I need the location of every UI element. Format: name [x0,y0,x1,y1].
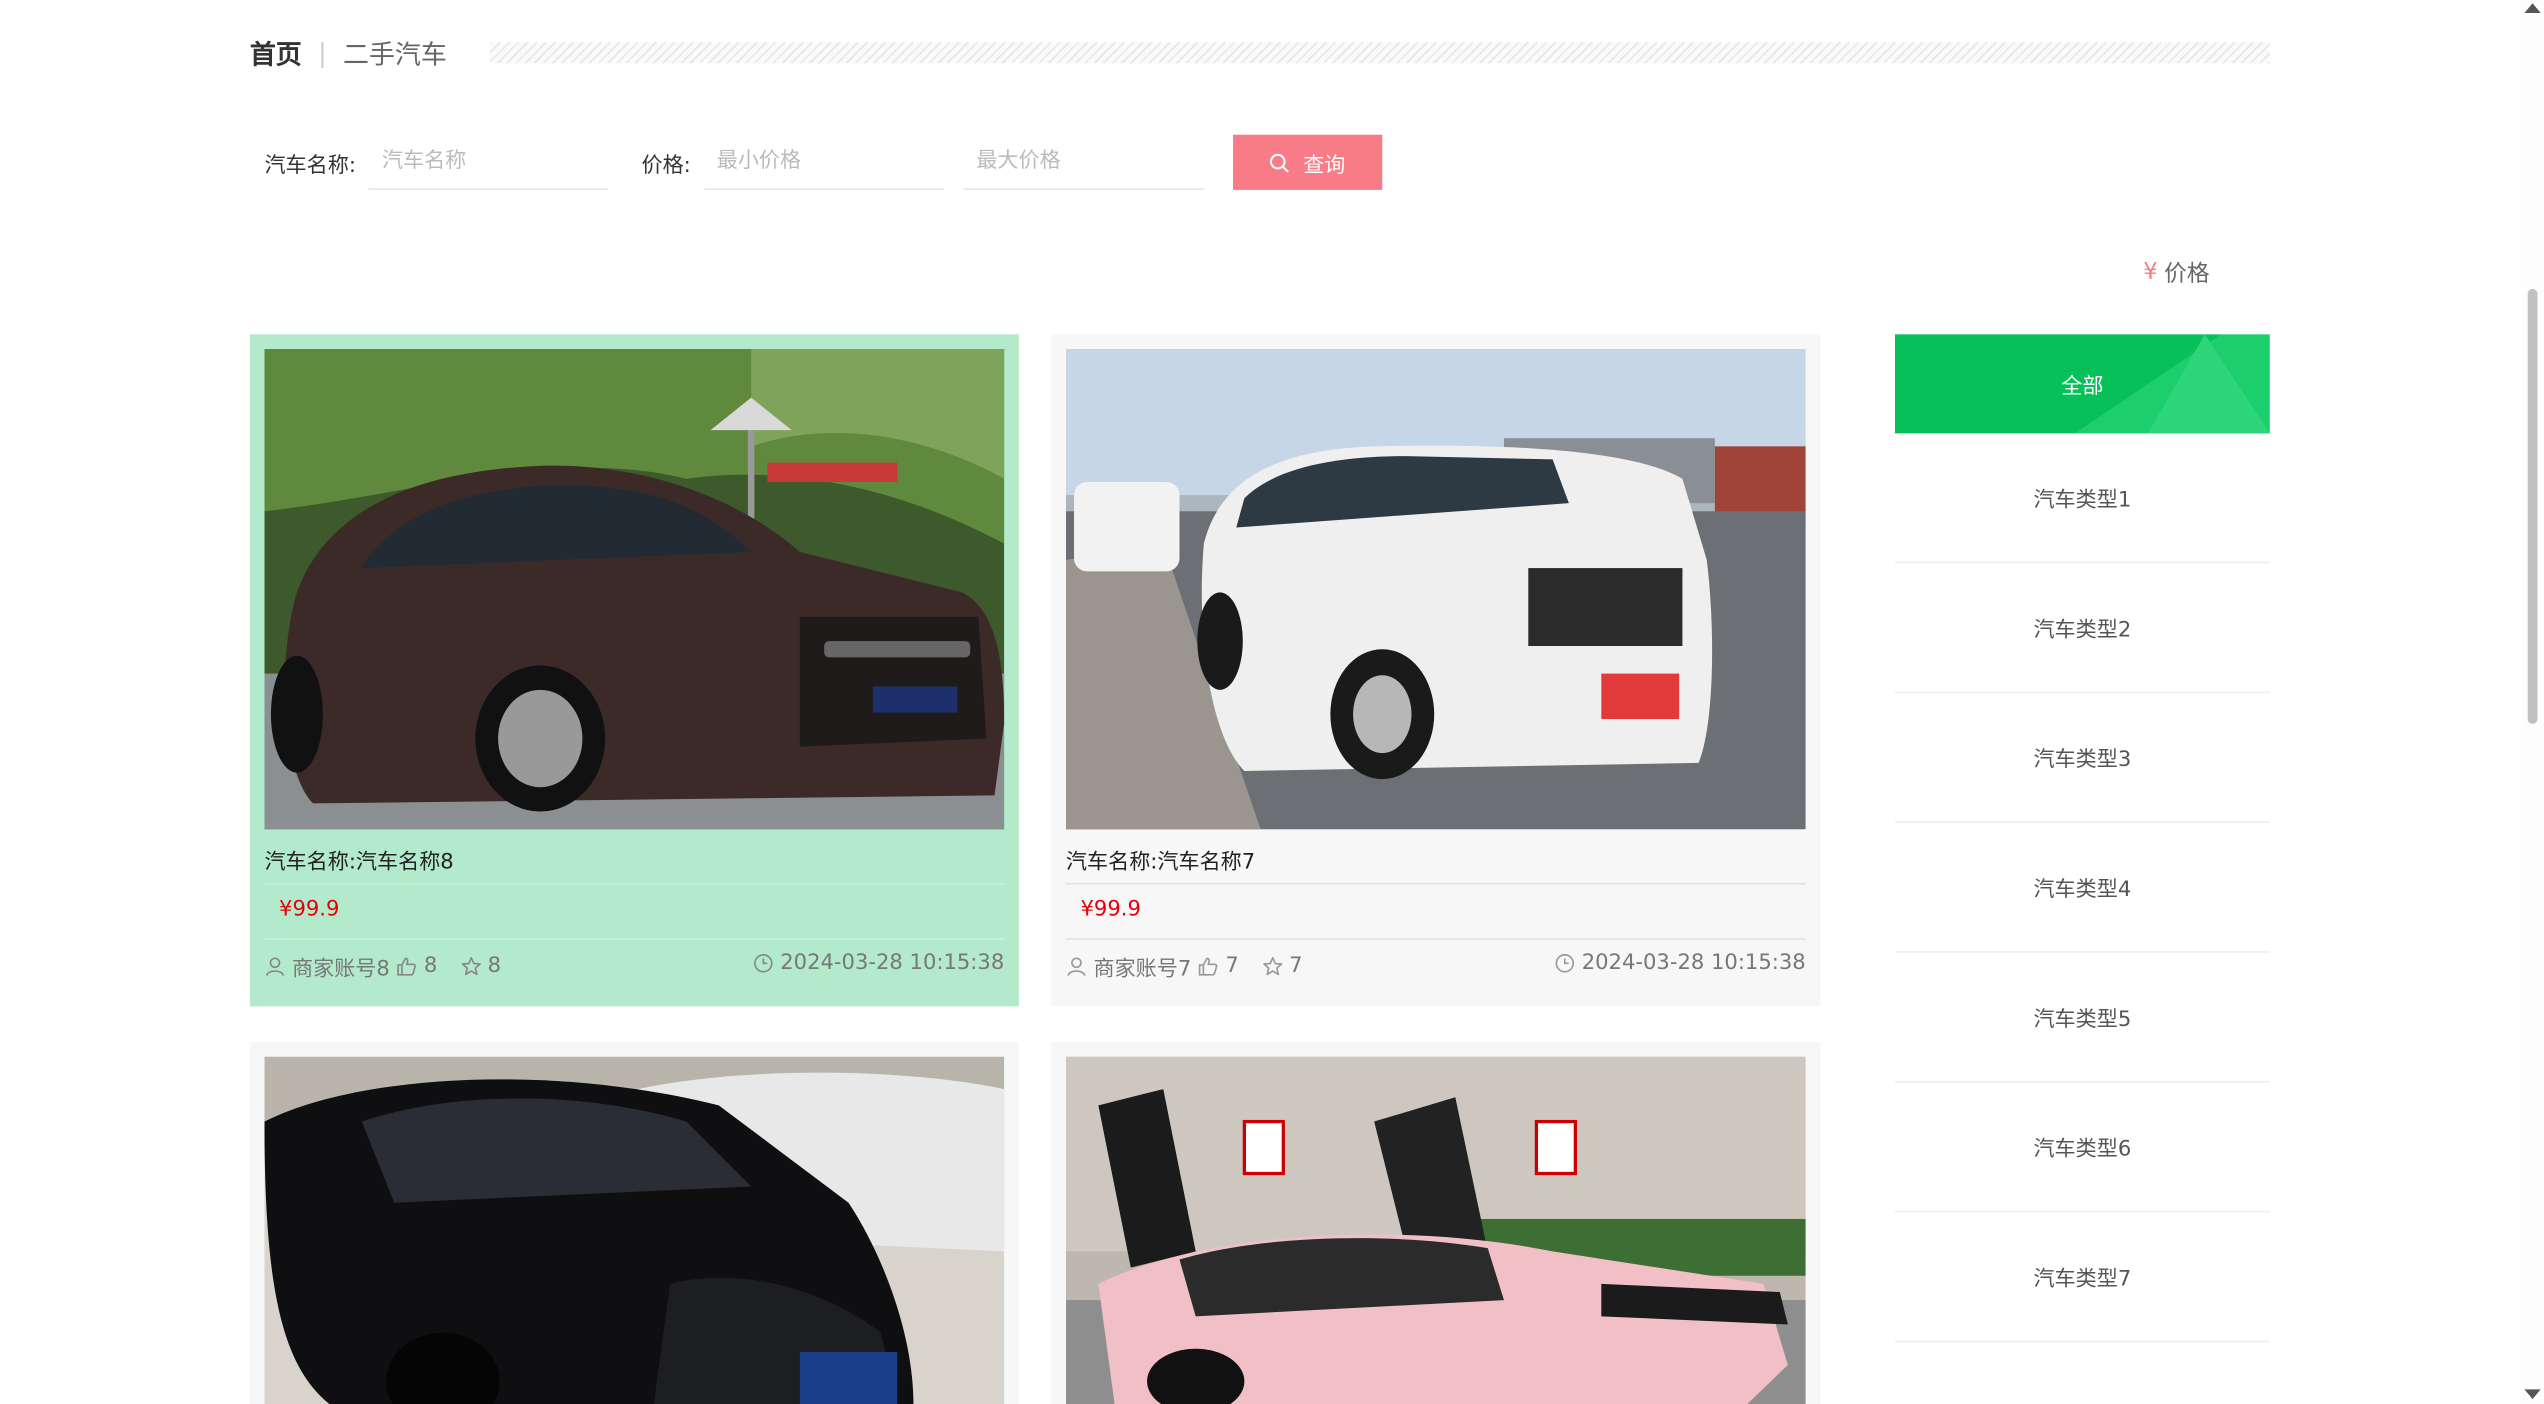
category-item[interactable]: 汽车类型3 [1894,693,2270,823]
min-price-input[interactable] [703,134,944,190]
name-label: 汽车名称: [264,153,356,178]
breadcrumb: 首页 | 二手汽车 [250,36,447,70]
seller-account: 商家账号7 [1093,957,1192,982]
sort-by-price[interactable]: ¥ 价格 [2143,256,2209,288]
star-icon[interactable] [460,956,481,977]
car-card[interactable] [1051,1042,1821,1404]
car-card[interactable] [249,1042,1019,1404]
category-item[interactable]: 汽车类型4 [1894,823,2270,953]
category-item[interactable]: 汽车类型2 [1894,563,2270,694]
yen-icon: ¥ [2143,259,2158,286]
sort-price-label: 价格 [2164,261,2210,288]
category-all-label: 全部 [2061,374,2104,400]
divider [1065,882,1806,885]
search-button-label: 查询 [1303,153,1346,178]
star-icon[interactable] [1262,956,1283,977]
car-name-input[interactable] [368,134,610,190]
user-icon [1067,957,1086,976]
car-image[interactable] [264,1056,1005,1404]
car-card[interactable]: 汽车名称:汽车名称7 ¥99.9 商家账号7 7 7 2024-03-28 10… [1051,334,1821,1007]
card-time: 2024-03-28 10:15:38 [753,951,1005,976]
category-sidebar: 全部 汽车类型1 汽车类型2 汽车类型3 汽车类型4 汽车类型5 汽车类型6 汽… [1894,334,2270,1343]
max-price-input[interactable] [963,134,1204,190]
like-count: 7 [1225,954,1239,979]
favorite-count: 8 [487,954,502,979]
search-button[interactable]: 查询 [1232,134,1382,190]
breadcrumb-home[interactable]: 首页 [250,32,302,71]
card-meta: 商家账号8 8 8 [264,951,501,982]
thumbs-up-icon[interactable] [1198,956,1219,977]
scroll-down-arrow-icon[interactable] [2524,1389,2541,1400]
car-card[interactable]: 汽车名称:汽车名称8 ¥99.9 商家账号8 8 8 2024-03-28 10… [249,334,1019,1007]
seller-account: 商家账号8 [292,957,390,982]
category-item[interactable]: 汽车类型1 [1894,433,2270,564]
search-bar: 汽车名称: 价格: 查询 [264,134,1382,190]
publish-time: 2024-03-28 10:15:38 [780,951,1005,976]
clock-icon [1555,954,1574,973]
search-icon [1270,152,1290,172]
user-icon [265,957,285,976]
like-count: 8 [423,954,438,979]
publish-time: 2024-03-28 10:15:38 [1581,951,1806,976]
category-all[interactable]: 全部 [1894,334,2270,434]
vertical-scrollbar[interactable] [2521,0,2544,1404]
category-item[interactable]: 汽车类型7 [1894,1212,2270,1343]
car-price: ¥99.9 [1080,897,1141,922]
divider [1065,938,1806,940]
page: 首页 | 二手汽车 汽车名称: 价格: 查询 ¥ 价格 [0,0,2544,1404]
car-image[interactable] [1065,348,1806,830]
divider [264,882,1005,885]
breadcrumb-separator: | [318,36,327,68]
card-time: 2024-03-28 10:15:38 [1554,951,1806,975]
divider [264,938,1005,940]
car-image[interactable] [1065,1056,1806,1404]
breadcrumb-decoration [489,42,2270,64]
car-image[interactable] [264,348,1005,830]
car-name: 汽车名称:汽车名称7 [1065,850,1256,875]
clock-icon [753,954,773,973]
car-price: ¥99.9 [279,897,340,922]
thumbs-up-icon[interactable] [396,956,417,977]
car-name: 汽车名称:汽车名称8 [264,850,454,875]
price-label: 价格: [641,153,691,178]
scroll-up-arrow-icon[interactable] [2524,3,2541,13]
scrollbar-thumb[interactable] [2527,288,2538,724]
breadcrumb-current: 二手汽车 [342,38,447,70]
category-item[interactable]: 汽车类型5 [1894,953,2270,1083]
category-item[interactable]: 汽车类型6 [1894,1083,2270,1213]
card-meta: 商家账号7 7 7 [1066,951,1303,982]
favorite-count: 7 [1289,954,1303,979]
